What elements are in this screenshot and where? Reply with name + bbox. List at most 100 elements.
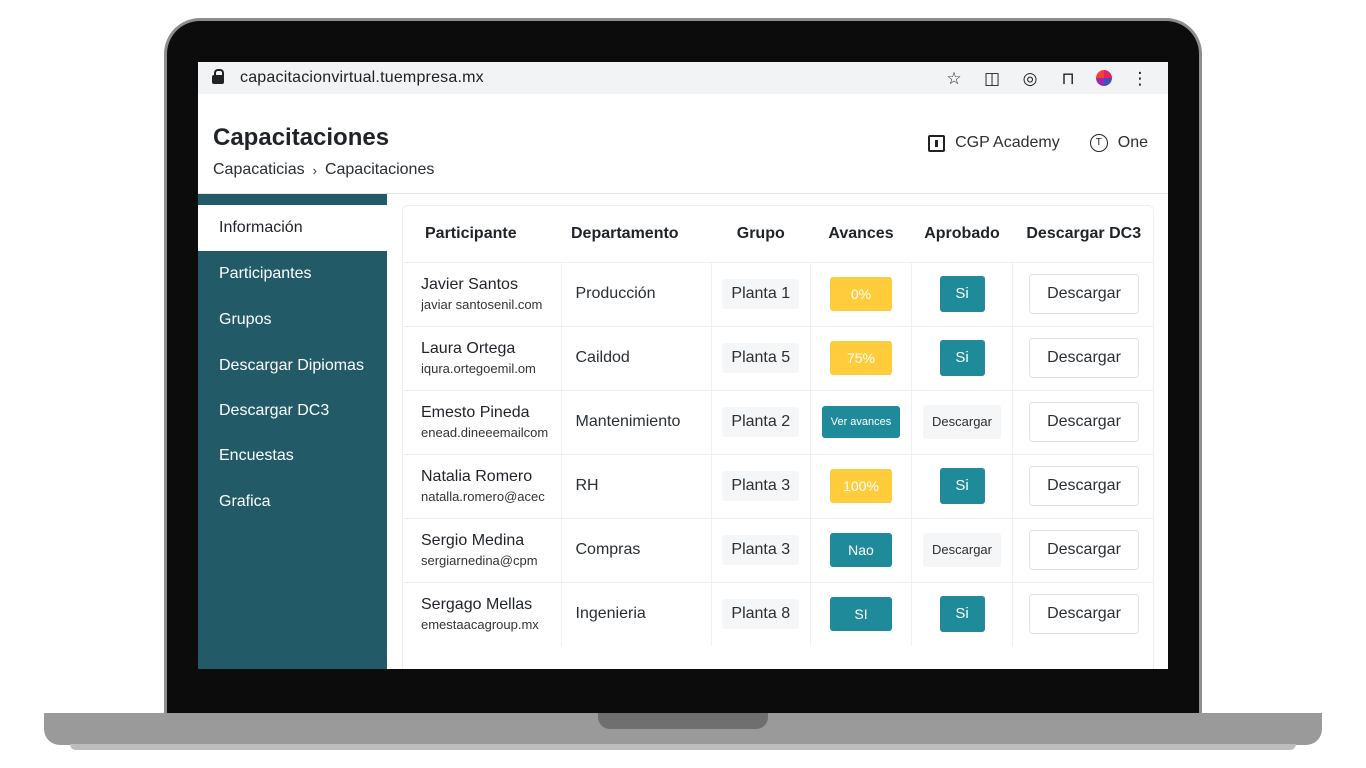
group-cell: Planta 1 xyxy=(711,261,811,326)
department-cell: Compras xyxy=(561,517,712,582)
approved-cell: Descargar xyxy=(911,389,1013,454)
group-cell: Planta 8 xyxy=(711,581,811,646)
department-cell: Producción xyxy=(561,261,712,326)
extension-icon[interactable]: ⊓ xyxy=(1058,70,1078,87)
progress-badge[interactable]: 75% xyxy=(830,341,892,375)
sidebar-item-encuestas[interactable]: Encuestas xyxy=(198,433,387,479)
approved-badge: Si xyxy=(939,340,985,376)
progress-cell: Ver avances xyxy=(810,389,912,454)
participant-name: Sergio Medina xyxy=(421,532,525,549)
split-view-icon[interactable]: ◫ xyxy=(982,70,1002,87)
column-header-grupo[interactable]: Grupo xyxy=(711,206,811,262)
participant-name: Sergago Mellas xyxy=(421,596,533,614)
progress-badge[interactable]: 100% xyxy=(830,469,892,503)
user-name: One xyxy=(1117,134,1148,151)
download-cell: Descargar xyxy=(1012,325,1153,390)
participant-cell: Sergago Mellas emestaacagroup.mx xyxy=(403,581,562,646)
user-avatar-icon: T xyxy=(1089,134,1108,152)
approved-download-button[interactable]: Descargar xyxy=(923,533,1001,567)
approved-cell: Descargar xyxy=(911,517,1013,582)
table-row: Laura Ortega iqura.ortegoemil.om Caildod… xyxy=(403,325,1153,390)
participant-email: sergiarnedina@cpm xyxy=(421,553,538,568)
download-dc3-button[interactable]: Descargar xyxy=(1029,274,1139,314)
progress-cell: 75% xyxy=(810,325,912,390)
more-icon[interactable]: ⋮ xyxy=(1130,70,1150,87)
participant-cell: Emesto Pineda enead.dineeemailcom xyxy=(403,389,562,454)
group-pill: Planta 3 xyxy=(722,471,800,501)
participants-table: Participante Departamento Grupo Avances … xyxy=(403,206,1154,646)
download-dc3-button[interactable]: Descargar xyxy=(1029,530,1139,570)
group-cell: Planta 3 xyxy=(711,517,811,582)
sidebar-item-descargar-diplomas[interactable]: Descargar Dipiomas xyxy=(198,343,387,389)
sidebar-item-descargar-dc3[interactable]: Descargar DC3 xyxy=(198,388,387,434)
participant-name: Laura Ortega xyxy=(421,340,516,357)
participant-name: Emesto Pineda xyxy=(421,404,530,421)
approved-cell: Si xyxy=(911,453,1013,518)
building-icon xyxy=(928,134,946,152)
download-cell: Descargar xyxy=(1012,453,1153,518)
participant-email: natalla.romero@acec xyxy=(421,489,545,504)
table-header-row: Participante Departamento Grupo Avances … xyxy=(403,206,1154,262)
department-cell: RH xyxy=(561,453,712,518)
approved-cell: Si xyxy=(911,325,1013,390)
download-cell: Descargar xyxy=(1012,389,1153,454)
participants-table-card: Participante Departamento Grupo Avances … xyxy=(402,205,1154,669)
table-row: Natalia Romero natalla.romero@acec RH Pl… xyxy=(403,453,1153,518)
vpn-icon[interactable]: ◎ xyxy=(1020,70,1040,87)
group-cell: Planta 5 xyxy=(711,325,811,390)
table-row: Emesto Pineda enead.dineeemailcom Manten… xyxy=(403,389,1153,454)
approved-badge: Si xyxy=(939,468,985,504)
sidebar-item-participantes[interactable]: Participantes xyxy=(198,251,387,297)
approved-badge: Si xyxy=(939,276,985,312)
download-dc3-button[interactable]: Descargar xyxy=(1029,402,1139,442)
browser-address-bar[interactable]: capacitacionvirtual.tuempresa.mx ☆ ◫ ◎ ⊓… xyxy=(198,62,1168,94)
progress-badge[interactable]: SI xyxy=(830,597,892,632)
sidebar-item-grupos[interactable]: Grupos xyxy=(198,297,387,343)
participant-email: enead.dineeemailcom xyxy=(421,425,549,440)
download-dc3-button[interactable]: Descargar xyxy=(1029,466,1139,506)
chevron-right-icon: › xyxy=(312,162,317,178)
download-dc3-button[interactable]: Descargar xyxy=(1029,594,1139,635)
approved-cell: Si xyxy=(911,261,1013,326)
progress-cell: SI xyxy=(810,581,912,646)
header-right: CGP Academy T One xyxy=(928,134,1148,152)
group-pill: Planta 8 xyxy=(722,599,800,630)
progress-badge[interactable]: Nao xyxy=(830,533,892,567)
download-cell: Descargar xyxy=(1012,517,1153,582)
profile-icon[interactable] xyxy=(1096,70,1112,86)
participant-email: emestaacagroup.mx xyxy=(421,617,539,633)
group-pill: Planta 1 xyxy=(722,279,800,309)
progress-badge[interactable]: 0% xyxy=(830,277,892,311)
participant-name: Natalia Romero xyxy=(421,468,533,485)
sidebar-item-grafica[interactable]: Grafica xyxy=(198,479,387,525)
group-pill: Planta 3 xyxy=(722,535,800,565)
department-cell: Ingenieria xyxy=(561,581,712,646)
approved-download-button[interactable]: Descargar xyxy=(923,405,1001,439)
participant-cell: Javier Santos javiar santosenil.com xyxy=(403,261,562,326)
download-cell: Descargar xyxy=(1012,581,1153,646)
sidebar-item-informacion[interactable]: Información xyxy=(198,205,387,251)
progress-cell: 100% xyxy=(810,453,912,518)
column-header-descargar-dc3[interactable]: Descargar DC3 xyxy=(1013,206,1154,262)
lock-icon[interactable] xyxy=(212,68,224,85)
url-text[interactable]: capacitacionvirtual.tuempresa.mx xyxy=(240,69,484,87)
breadcrumb-item[interactable]: Capacaticias xyxy=(213,161,305,179)
participant-email: iqura.ortegoemil.om xyxy=(421,361,536,376)
organization-switcher[interactable]: CGP Academy xyxy=(928,134,1060,152)
progress-cell: Nao xyxy=(810,517,912,582)
column-header-avances[interactable]: Avances xyxy=(811,206,912,262)
column-header-departamento[interactable]: Departamento xyxy=(561,206,711,262)
user-menu[interactable]: T One xyxy=(1089,134,1148,152)
participant-cell: Laura Ortega iqura.ortegoemil.om xyxy=(403,325,562,390)
column-header-aprobado[interactable]: Aprobado xyxy=(912,206,1013,262)
table-row: Javier Santos javiar santosenil.com Prod… xyxy=(403,261,1153,326)
page-header: Capacitaciones Capacaticias › Capacitaci… xyxy=(198,94,1168,194)
screen: capacitacionvirtual.tuempresa.mx ☆ ◫ ◎ ⊓… xyxy=(198,62,1168,669)
participant-cell: Sergio Medina sergiarnedina@cpm xyxy=(403,517,562,582)
approved-badge: Si xyxy=(939,596,985,633)
view-progress-button[interactable]: Ver avances xyxy=(822,406,900,438)
star-icon[interactable]: ☆ xyxy=(944,70,964,87)
breadcrumb-item-current: Capacitaciones xyxy=(324,161,435,178)
download-dc3-button[interactable]: Descargar xyxy=(1029,338,1139,378)
column-header-participante[interactable]: Participante xyxy=(403,206,561,262)
